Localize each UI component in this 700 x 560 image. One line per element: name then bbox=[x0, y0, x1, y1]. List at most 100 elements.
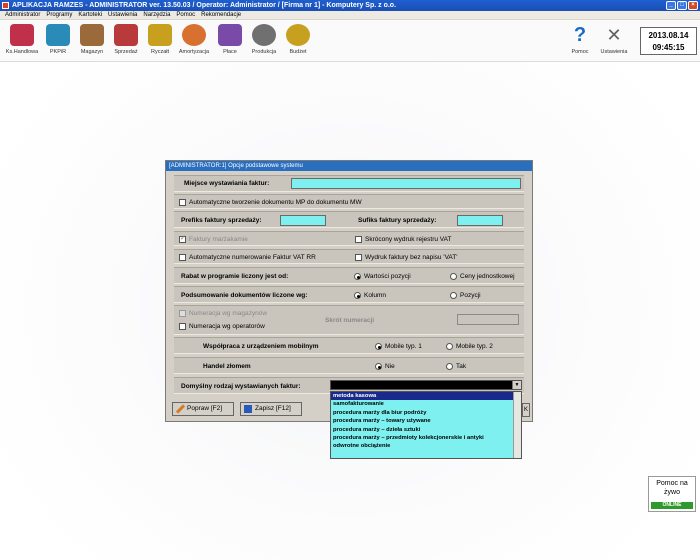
menu-administrator[interactable]: Administrator bbox=[2, 11, 43, 19]
num-oper-label: Numeracja wg operatorów bbox=[189, 323, 265, 330]
gear-icon bbox=[252, 24, 276, 46]
row-auto-mp: Automatyczne tworzenie dokumentu MP do d… bbox=[174, 194, 524, 209]
dropdown-option[interactable]: metoda kasowa bbox=[331, 392, 514, 401]
menu-kartoteki[interactable]: Kartoteki bbox=[75, 11, 105, 19]
mobile2-radio[interactable] bbox=[446, 343, 453, 350]
handel-tak-label: Tak bbox=[456, 363, 467, 370]
online-badge: ONLINE bbox=[651, 502, 693, 509]
help-line2: żywo bbox=[664, 489, 680, 496]
tool-ustawienia[interactable]: ✕ Ustawienia bbox=[596, 24, 632, 55]
row-handel: Handel złomem Nie Tak bbox=[174, 357, 524, 374]
faktury-marzowe-checkbox[interactable] bbox=[179, 234, 186, 243]
num-mag-label: Numeracja wg magazynów bbox=[189, 310, 268, 317]
ledger-icon bbox=[10, 24, 34, 46]
mobile2-label: Mobile typ. 2 bbox=[456, 343, 493, 350]
depreciation-icon bbox=[182, 24, 206, 46]
num-oper-checkbox[interactable] bbox=[179, 323, 186, 330]
invoice-type-select[interactable]: ▼ bbox=[330, 380, 522, 390]
dropdown-option[interactable]: samofakturowanie bbox=[331, 400, 514, 408]
exit-button[interactable]: K bbox=[522, 403, 530, 417]
tool-magazyn[interactable]: Magazyn bbox=[74, 24, 110, 55]
menu-bar: Administrator Programy Kartoteki Ustawie… bbox=[0, 11, 700, 20]
sales-icon bbox=[114, 24, 138, 46]
app-icon bbox=[2, 2, 9, 9]
tool-budzet[interactable]: Budżet bbox=[280, 24, 316, 55]
wydruk-bez-checkbox[interactable] bbox=[355, 254, 362, 261]
auto-num-checkbox[interactable] bbox=[179, 254, 186, 261]
skrocony-checkbox[interactable] bbox=[355, 236, 362, 243]
podsum-kolumn-label: Kolumn bbox=[364, 292, 387, 299]
wydruk-bez-label: Wydruk faktury bez napisu 'VAT' bbox=[365, 254, 458, 261]
num-mag-checkbox[interactable] bbox=[179, 310, 186, 317]
miejsce-input[interactable] bbox=[291, 178, 521, 189]
question-icon: ? bbox=[573, 24, 587, 46]
handel-label: Handel złomem bbox=[203, 363, 251, 370]
maximize-button[interactable]: □ bbox=[677, 1, 687, 10]
rabat-ceny-radio[interactable] bbox=[450, 273, 457, 280]
dropdown-option[interactable]: procedura marży – towary używane bbox=[331, 417, 514, 425]
sufiks-label: Sufiks faktury sprzedaży: bbox=[358, 217, 437, 224]
invoice-type-dropdown: metoda kasowa samofakturowanie procedura… bbox=[330, 391, 522, 459]
skrot-input[interactable] bbox=[457, 314, 519, 325]
tool-ks-handlowa[interactable]: Ks.Handlowa bbox=[4, 24, 40, 55]
menu-programy[interactable]: Programy bbox=[43, 11, 75, 19]
skrot-label: Skrót numeracji bbox=[325, 317, 375, 324]
podsum-kolumn-radio[interactable] bbox=[354, 292, 361, 299]
handel-nie-radio[interactable] bbox=[375, 363, 382, 370]
handel-nie-label: Nie bbox=[385, 363, 395, 370]
minimize-button[interactable]: _ bbox=[666, 1, 676, 10]
podsum-label: Podsumowanie dokumentów liczone wg: bbox=[181, 292, 308, 299]
dropdown-option[interactable]: odwrotne obciążenie bbox=[331, 442, 514, 450]
people-icon bbox=[218, 24, 242, 46]
tool-produkcja[interactable]: Produkcja bbox=[246, 24, 282, 55]
auto-mp-checkbox[interactable] bbox=[179, 199, 186, 206]
row-prefiks: Prefiks faktury sprzedaży: Sufiks faktur… bbox=[174, 211, 524, 228]
miejsce-label: Miejsce wystawiania faktur: bbox=[184, 180, 270, 187]
menu-pomoc[interactable]: Pomoc bbox=[173, 11, 198, 19]
help-line1: Pomoc na bbox=[656, 480, 688, 487]
live-help-widget[interactable]: Pomoc na żywo ONLINE bbox=[648, 476, 696, 512]
dropdown-option[interactable]: procedura marży – dzieła sztuki bbox=[331, 426, 514, 434]
window-title: APLIKACJA RAMZES - ADMINISTRATOR ver. 13… bbox=[12, 2, 397, 9]
tools-icon: ✕ bbox=[606, 25, 622, 45]
wspolpraca-label: Współpraca z urządzeniem mobilnym bbox=[203, 343, 319, 350]
save-disk-icon bbox=[244, 405, 252, 413]
mobile1-radio[interactable] bbox=[375, 343, 382, 350]
book-icon bbox=[46, 24, 70, 46]
dropdown-option[interactable]: procedura marży dla biur podróży bbox=[331, 409, 514, 417]
menu-narzedzia[interactable]: Narzędzia bbox=[140, 11, 173, 19]
tool-ryczalt[interactable]: Ryczałt bbox=[142, 24, 178, 55]
tool-pomoc[interactable]: ? Pomoc bbox=[562, 24, 598, 55]
auto-num-label: Automatyczne numerowanie Faktur VAT RR bbox=[189, 254, 316, 261]
rabat-wartosci-radio[interactable] bbox=[354, 273, 361, 280]
skrocony-label: Skrócony wydruk rejestru VAT bbox=[365, 236, 452, 243]
mobile1-label: Mobile typ. 1 bbox=[385, 343, 422, 350]
podsum-pozycji-radio[interactable] bbox=[450, 292, 457, 299]
row-miejsce: Miejsce wystawiania faktur: bbox=[174, 175, 524, 192]
domyslny-label: Domyślny rodzaj wystawianych faktur: bbox=[181, 383, 301, 390]
tool-amortyzacja[interactable]: Amortyzacja bbox=[176, 24, 212, 55]
tool-sprzedaz[interactable]: Sprzedaż bbox=[108, 24, 144, 55]
prefiks-input[interactable] bbox=[280, 215, 326, 226]
datetime-display: 2013.08.14 09:45:15 bbox=[640, 27, 697, 55]
warehouse-box-icon bbox=[80, 24, 104, 46]
row-numeracja: Numeracja wg magazynów Numeracja wg oper… bbox=[174, 305, 524, 335]
menu-ustawienia[interactable]: Ustawienia bbox=[105, 11, 140, 19]
row-podsumowanie: Podsumowanie dokumentów liczone wg: Kolu… bbox=[174, 286, 524, 303]
menu-rekomendacje[interactable]: Rekomendacje bbox=[198, 11, 244, 19]
tool-place[interactable]: Płace bbox=[212, 24, 248, 55]
handel-tak-radio[interactable] bbox=[446, 363, 453, 370]
dialog-title: [ADMINISTRATOR:1] Opcje podstawowe syste… bbox=[166, 161, 532, 171]
dropdown-scrollbar[interactable] bbox=[513, 392, 521, 458]
popraw-button[interactable]: Popraw [F2] bbox=[172, 402, 234, 416]
chevron-down-icon[interactable]: ▼ bbox=[512, 381, 521, 389]
tool-pkpir[interactable]: PKPiR bbox=[40, 24, 76, 55]
coins-icon bbox=[286, 24, 310, 46]
close-button[interactable]: × bbox=[688, 1, 698, 10]
date-text: 2013.08.14 bbox=[648, 31, 689, 40]
rabat-ceny-label: Ceny jednostkowej bbox=[460, 273, 515, 280]
window-titlebar: APLIKACJA RAMZES - ADMINISTRATOR ver. 13… bbox=[0, 0, 700, 11]
sufiks-input[interactable] bbox=[457, 215, 503, 226]
dropdown-option[interactable]: procedura marży – przedmioty kolekcjoner… bbox=[331, 434, 514, 442]
zapisz-button[interactable]: Zapisz [F12] bbox=[240, 402, 302, 416]
